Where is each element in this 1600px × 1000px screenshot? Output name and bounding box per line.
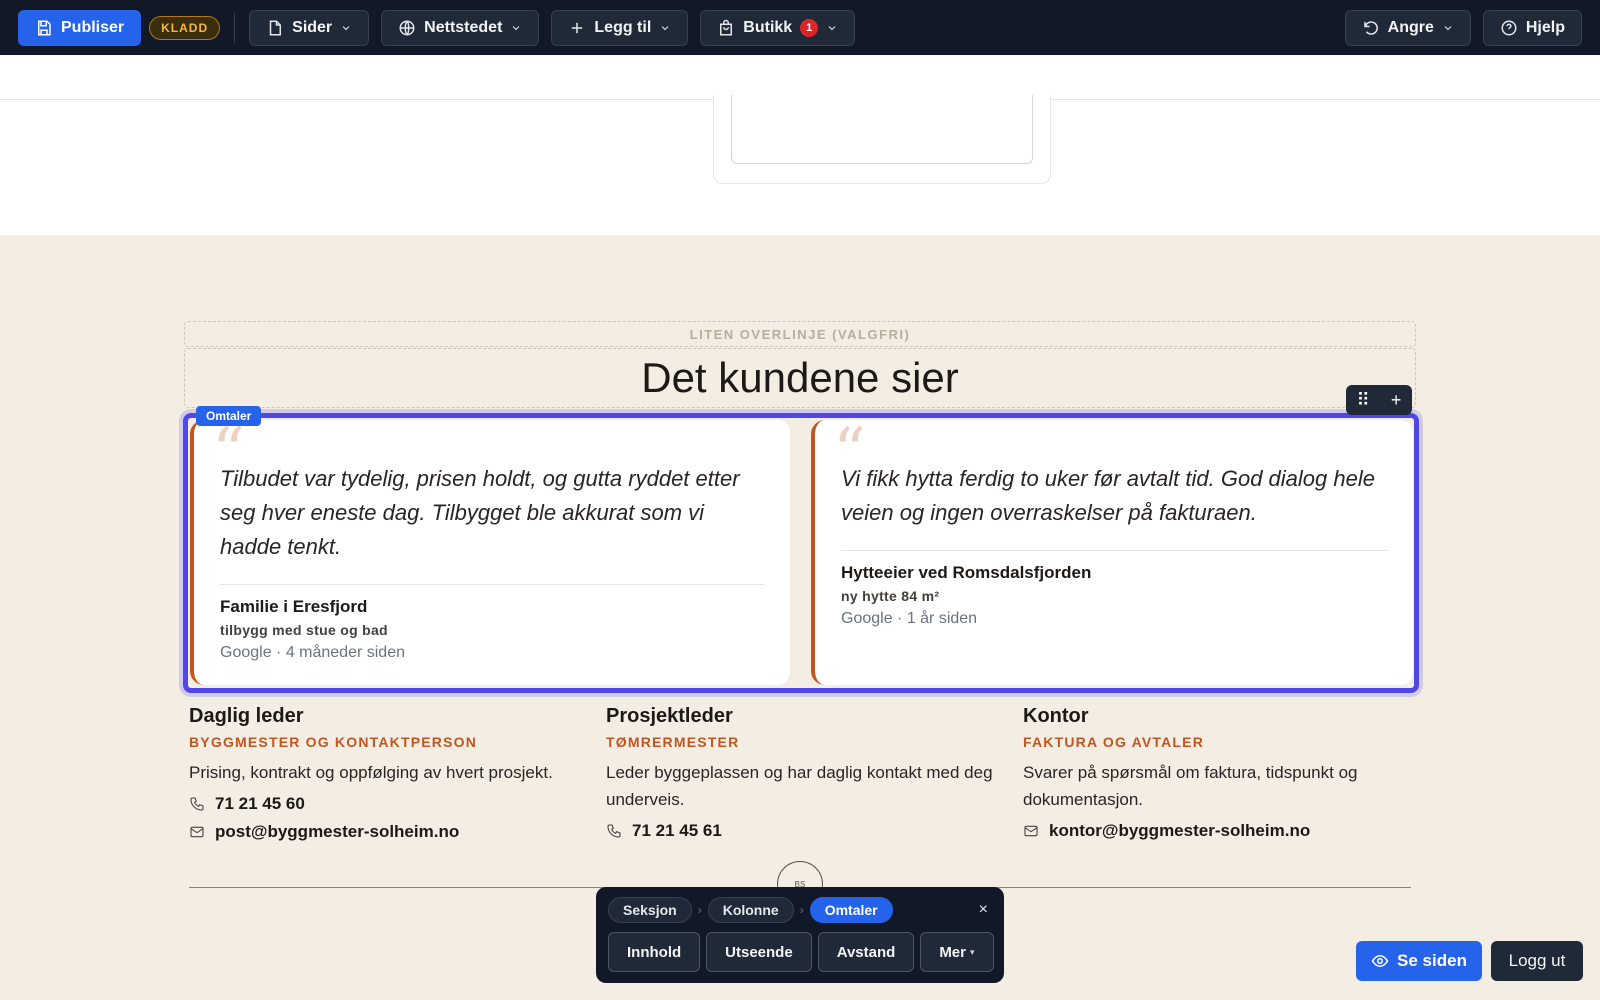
phone-icon	[190, 797, 204, 811]
block-tools: ⠿ +	[1346, 385, 1412, 415]
publish-button[interactable]: Publiser	[18, 9, 142, 46]
contact-email[interactable]: post@byggmester-solheim.no	[189, 818, 584, 846]
card-divider	[841, 550, 1387, 551]
chevron-right-icon: ›	[697, 903, 702, 917]
tab-spacing-label: Avstand	[836, 943, 896, 961]
help-button[interactable]: Hjelp	[1482, 9, 1582, 46]
quote-icon: “	[833, 415, 866, 489]
contact-role: FAKTURA OG AVTALER	[1023, 734, 1205, 750]
contact-title: Daglig leder	[189, 705, 304, 727]
testimonial-quote: Tilbudet var tydelig, prisen holdt, og g…	[220, 466, 740, 559]
tab-content-label: Innhold	[627, 943, 682, 961]
contact-role: TØMRERMESTER	[606, 734, 740, 750]
breadcrumb-column[interactable]: Kolonne	[707, 897, 794, 923]
contact-title: Kontor	[1023, 705, 1089, 727]
pages-menu-button[interactable]: Sider	[249, 9, 370, 46]
editor-tabs: Innhold Utseende Avstand Mer ▾	[608, 932, 994, 972]
undo-menu-button[interactable]: Angre	[1344, 9, 1471, 46]
testimonial-source: Google · 1 år siden	[841, 610, 978, 627]
chevron-down-icon	[661, 25, 669, 30]
email-address[interactable]: post@byggmester-solheim.no	[215, 822, 459, 842]
shopping-bag-icon	[720, 19, 733, 35]
file-icon	[269, 20, 282, 35]
form-input[interactable]	[731, 95, 1033, 164]
breadcrumb-reviews[interactable]: Omtaler	[809, 897, 893, 923]
tab-appearance[interactable]: Utseende	[706, 932, 812, 972]
shop-label: Butikk	[743, 18, 793, 36]
testimonial-card[interactable]: “ Tilbudet var tydelig, prisen holdt, og…	[190, 420, 790, 685]
mail-icon	[1024, 825, 1038, 837]
contact-email[interactable]: kontor@byggmester-solheim.no	[1023, 817, 1418, 845]
undo-icon	[1363, 20, 1378, 35]
close-icon[interactable]: ×	[979, 901, 988, 919]
selected-block-tag: Omtaler	[196, 406, 262, 426]
contact-prosjektleder: Prosjektleder TØMRERMESTER Leder byggepl…	[606, 705, 1001, 845]
drag-handle-icon[interactable]: ⠿	[1357, 390, 1370, 411]
testimonial-card[interactable]: “ Vi fikk hytta ferdig to uker før avtal…	[811, 420, 1413, 685]
card-divider	[220, 584, 764, 585]
testimonial-source: Google · 4 måneder siden	[220, 644, 405, 661]
contact-description: Svarer på spørsmål om faktura, tidspunkt…	[1023, 763, 1358, 809]
testimonial-project: ny hytte 84 m²	[841, 588, 940, 604]
draft-status-badge: KLADD	[149, 15, 221, 40]
view-page-button[interactable]: Se siden	[1356, 941, 1482, 981]
add-menu-button[interactable]: Legg til	[551, 9, 689, 46]
plus-icon	[572, 22, 583, 33]
phone-number[interactable]: 71 21 45 61	[632, 821, 722, 841]
phone-number[interactable]: 71 21 45 60	[215, 794, 305, 814]
toolbar-divider	[234, 12, 236, 43]
testimonial-author: Familie i Eresfjord	[220, 597, 368, 616]
chevron-right-icon: ›	[799, 903, 804, 917]
phone-icon	[607, 824, 621, 838]
site-menu-button[interactable]: Nettstedet	[381, 9, 540, 46]
eye-icon	[1371, 954, 1389, 968]
site-label: Nettstedet	[424, 18, 503, 36]
mail-icon	[190, 826, 204, 838]
contact-role: BYGGMESTER OG KONTAKTPERSON	[189, 734, 478, 750]
tab-more[interactable]: Mer ▾	[920, 932, 994, 972]
breadcrumb: Seksjon › Kolonne › Omtaler ×	[608, 897, 992, 923]
contact-daglig-leder: Daglig leder BYGGMESTER OG KONTAKTPERSON…	[189, 705, 584, 846]
contact-kontor: Kontor FAKTURA OG AVTALER Svarer på spør…	[1023, 705, 1418, 845]
publish-label: Publiser	[61, 18, 125, 36]
contact-phone[interactable]: 71 21 45 61	[606, 817, 1001, 845]
caret-down-icon: ▾	[970, 946, 975, 957]
help-label: Hjelp	[1525, 18, 1565, 36]
save-icon	[38, 20, 51, 35]
email-address[interactable]: kontor@byggmester-solheim.no	[1049, 821, 1310, 841]
tab-spacing[interactable]: Avstand	[817, 932, 915, 972]
testimonial-project: tilbygg med stue og bad	[220, 622, 388, 638]
block-editor-panel: Seksjon › Kolonne › Omtaler × Innhold Ut…	[596, 887, 1004, 983]
quote-icon: “	[212, 415, 245, 489]
undo-label: Angre	[1387, 18, 1434, 36]
tab-appearance-label: Utseende	[725, 943, 793, 961]
breadcrumb-section[interactable]: Seksjon	[608, 897, 692, 923]
help-circle-icon	[1501, 20, 1517, 35]
pages-label: Sider	[292, 18, 333, 36]
contact-description: Leder byggeplassen og har daglig kontakt…	[606, 763, 993, 809]
editor-toolbar: Publiser KLADD Sider Nettstedet Legg til…	[0, 0, 1600, 55]
previous-section	[0, 55, 1600, 235]
contact-phone[interactable]: 71 21 45 60	[189, 790, 584, 818]
shop-count-badge: 1	[800, 18, 819, 37]
chevron-down-icon	[513, 25, 520, 30]
tab-content[interactable]: Innhold	[608, 932, 701, 972]
logout-button[interactable]: Logg ut	[1491, 941, 1583, 981]
chevron-down-icon	[828, 25, 836, 30]
contact-description: Prising, kontrakt og oppfølging av hvert…	[189, 763, 553, 782]
add-block-icon[interactable]: +	[1391, 390, 1402, 411]
view-page-label: Se siden	[1397, 951, 1467, 970]
tab-more-label: Mer	[939, 943, 966, 961]
globe-icon	[399, 20, 415, 35]
shop-menu-button[interactable]: Butikk 1	[700, 9, 856, 46]
testimonial-author: Hytteeier ved Romsdalsfjorden	[841, 563, 1092, 582]
chevron-down-icon	[342, 25, 350, 30]
testimonial-quote: Vi fikk hytta ferdig to uker før avtalt …	[841, 466, 1375, 525]
section-heading[interactable]: Det kundene sier	[184, 348, 1416, 408]
overline-placeholder[interactable]: LITEN OVERLINJE (VALGFRI)	[184, 321, 1416, 347]
contact-title: Prosjektleder	[606, 705, 733, 727]
add-label: Legg til	[594, 18, 652, 36]
chevron-down-icon	[1444, 25, 1452, 30]
